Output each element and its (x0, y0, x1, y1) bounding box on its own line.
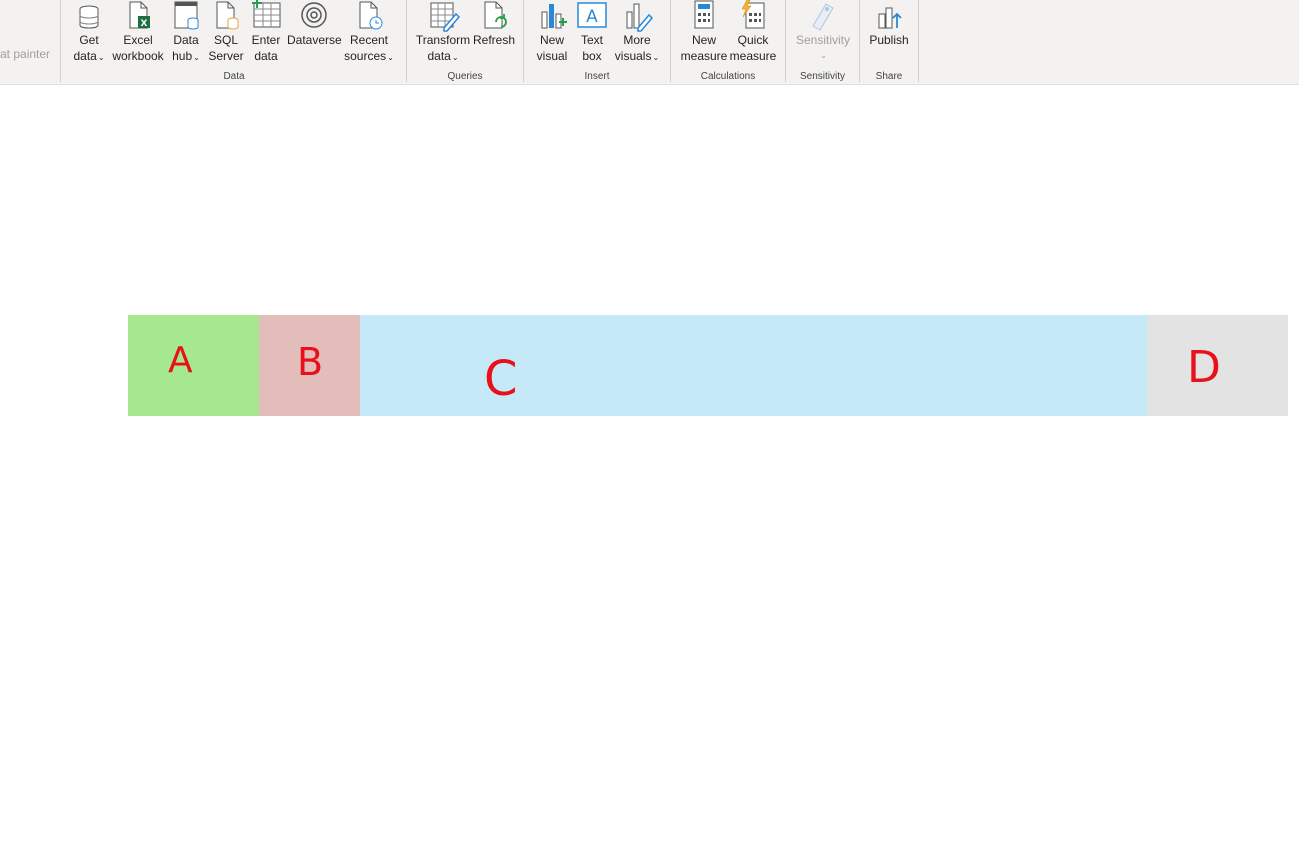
excel-label-1: Excel (123, 33, 153, 47)
calculator-icon (694, 0, 714, 29)
text-box-button[interactable]: A Text box (573, 0, 611, 64)
new-measure-label-1: New (691, 33, 716, 47)
sql-label-2: Server (208, 49, 244, 63)
enter-data-button[interactable]: Enter data (248, 0, 284, 64)
more-visuals-button[interactable]: More visuals⌄ (612, 0, 662, 66)
block-a[interactable]: A (128, 315, 259, 416)
group-separator (918, 0, 919, 82)
dataverse-button[interactable]: Dataverse (287, 0, 342, 48)
sensitivity-label: Sensitivity (795, 33, 851, 47)
transform-data-icon (430, 2, 460, 32)
svg-text:X: X (141, 19, 148, 29)
report-canvas[interactable] (0, 85, 1299, 857)
publish-icon (878, 7, 902, 29)
block-c[interactable]: C (360, 315, 1147, 416)
transform-label-1: Transform (415, 33, 471, 47)
calculations-group-label: Calculations (700, 71, 756, 82)
publish-label: Publish (869, 33, 909, 47)
chevron-down-icon: ⌄ (387, 53, 394, 62)
dataverse-icon (301, 2, 327, 28)
database-icon (79, 5, 99, 29)
new-visual-label-2: visual (536, 49, 568, 63)
sql-server-button[interactable]: SQL Server (206, 0, 246, 64)
queries-group-label: Queries (447, 71, 483, 82)
annotation-d: D (1187, 342, 1221, 393)
svg-text:A: A (586, 7, 598, 27)
get-data-label-2: data (73, 49, 97, 63)
more-visuals-label-2: visuals (614, 49, 652, 63)
quick-measure-icon (741, 0, 765, 29)
chevron-down-icon: ⌄ (820, 51, 827, 60)
publish-button[interactable]: Publish (866, 0, 912, 48)
data-hub-button[interactable]: Data hub⌄ (166, 0, 206, 66)
bar-chart-icon (541, 4, 567, 29)
chevron-down-icon: ⌄ (193, 53, 200, 62)
ribbon: at painter Data Get data⌄ X Excel workbo… (0, 0, 1299, 85)
sensitivity-label-icon (812, 3, 834, 31)
insert-group-label: Insert (584, 71, 610, 82)
refresh-icon (484, 1, 507, 29)
new-measure-label-2: measure (680, 49, 728, 63)
get-data-button[interactable]: Get data⌄ (70, 0, 108, 66)
block-b[interactable]: B (259, 315, 360, 416)
recent-label-1: Recent (349, 33, 389, 47)
enter-data-label-2: data (254, 49, 278, 63)
text-box-label-1: Text (580, 33, 603, 47)
excel-icon: X (129, 1, 150, 29)
data-hub-label-1: Data (173, 33, 199, 47)
sql-label-1: SQL (213, 33, 238, 47)
chevron-down-icon: ⌄ (451, 53, 459, 62)
new-measure-button[interactable]: New measure (680, 0, 728, 64)
group-separator (60, 0, 61, 82)
block-d[interactable]: D (1147, 315, 1288, 416)
excel-workbook-button[interactable]: X Excel workbook (111, 0, 165, 64)
annotation-b: B (297, 340, 324, 384)
dataverse-label: Dataverse (287, 33, 342, 47)
text-box-icon: A (577, 2, 607, 28)
table-icon (252, 0, 281, 28)
new-visual-label-1: New (539, 33, 564, 47)
excel-label-2: workbook (112, 49, 164, 63)
sensitivity-button[interactable]: Sensitivity ⌄ (791, 0, 855, 64)
data-hub-icon (174, 1, 199, 30)
share-group-label: Share (875, 71, 903, 82)
text-box-label-2: box (582, 49, 602, 63)
more-visuals-label-1: More (623, 33, 651, 47)
transform-data-button[interactable]: Transform data⌄ (415, 0, 471, 66)
sensitivity-group-label: Sensitivity (799, 71, 845, 82)
enter-data-label-1: Enter (251, 33, 281, 47)
quick-measure-label-1: Quick (737, 33, 769, 47)
chevron-down-icon: ⌄ (652, 53, 660, 62)
more-visuals-icon (626, 3, 654, 32)
chevron-down-icon: ⌄ (97, 53, 105, 62)
transform-label-2: data (427, 49, 451, 63)
get-data-label-1: Get (79, 33, 99, 47)
new-visual-button[interactable]: New visual (532, 0, 572, 64)
quick-measure-button[interactable]: Quick measure (728, 0, 778, 64)
format-painter-button[interactable]: at painter (0, 47, 50, 61)
data-group-label: Data (223, 71, 245, 82)
quick-measure-label-2: measure (729, 49, 777, 63)
data-hub-label-2: hub (172, 49, 193, 63)
recent-sources-button[interactable]: Recent sources⌄ (342, 0, 396, 66)
recent-label-2: sources (344, 49, 387, 63)
annotation-c: C (484, 351, 518, 407)
recent-sources-icon (359, 1, 383, 30)
annotation-a: A (168, 340, 193, 381)
sql-server-icon (216, 1, 239, 30)
refresh-button[interactable]: Refresh (472, 0, 516, 48)
refresh-label: Refresh (472, 33, 516, 47)
